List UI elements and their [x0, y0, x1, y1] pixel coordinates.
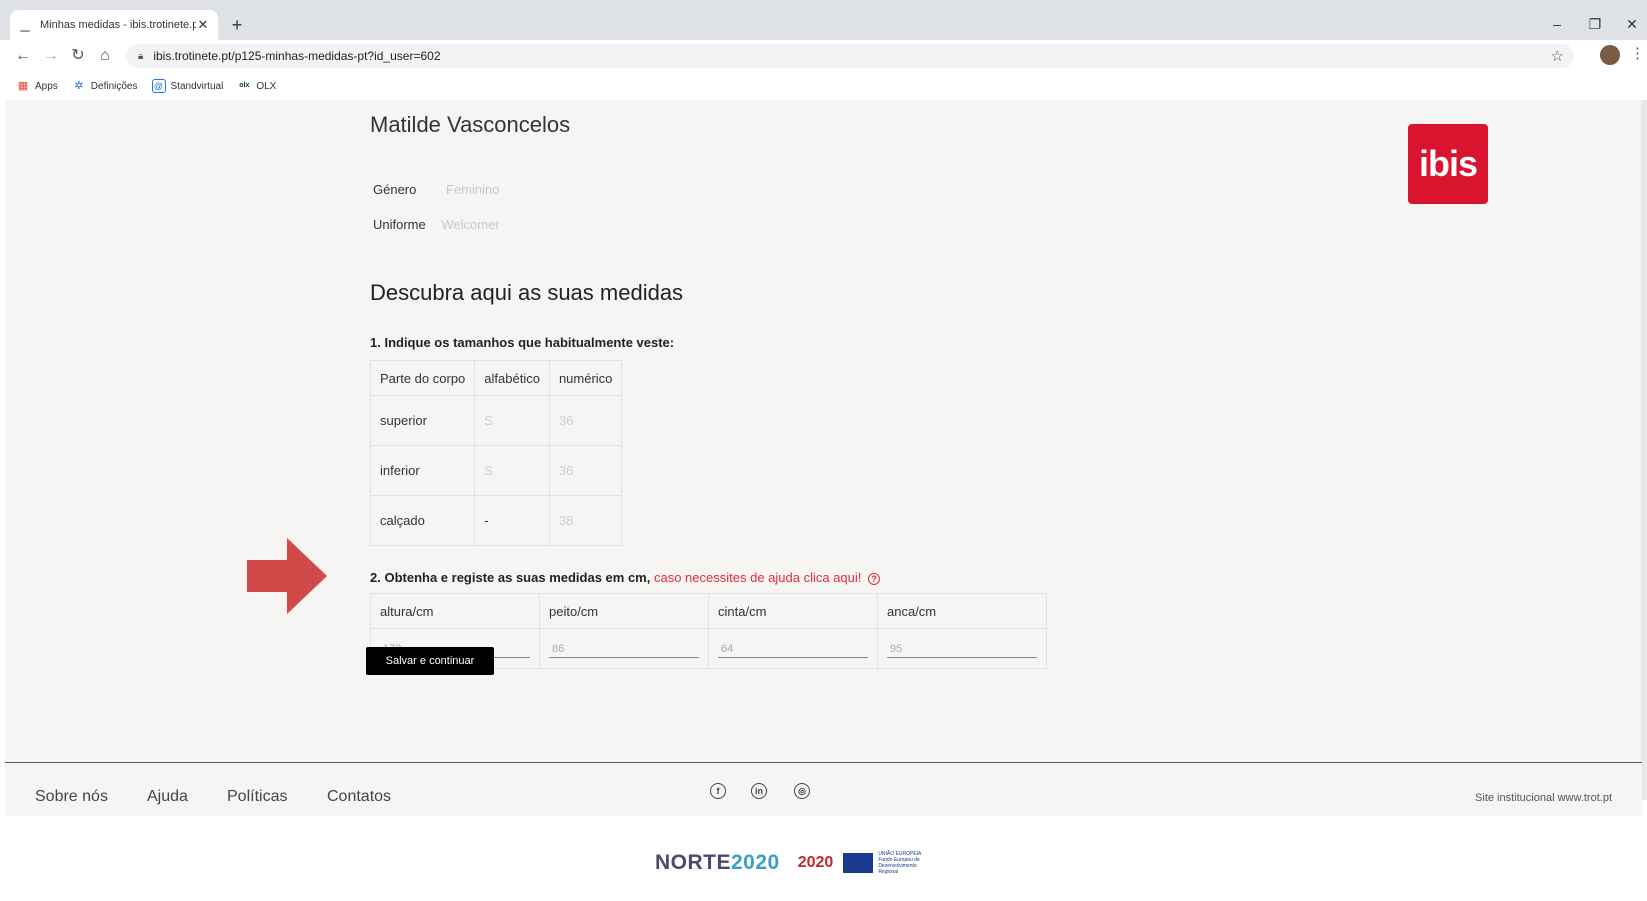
genero-row: Género Feminino: [373, 182, 499, 197]
funding-logos: NORTE2020 2020 UNIÃO EUROPEIA Fundo Euro…: [655, 848, 933, 878]
bookmark-label: Apps: [35, 80, 58, 92]
body-part-cell: inferior: [369, 445, 476, 496]
tab-title: Minhas medidas - ibis.trotinete.p: [40, 19, 196, 31]
eu-flag-icon: [843, 853, 874, 873]
bookmark-label: OLX: [256, 80, 277, 92]
bookmark-standvirtual[interactable]: @ Standvirtual: [151, 79, 224, 93]
step1-title: 1. Indique os tamanhos que habitualmente…: [370, 335, 675, 350]
page-content: Matilde Vasconcelos ibis Género Feminino…: [5, 100, 1642, 763]
bookmarks-bar: ▦ Apps ✲ Definições @ Standvirtual olx O…: [0, 72, 1647, 100]
column-header: numérico: [548, 360, 623, 396]
standvirtual-icon: @: [151, 79, 166, 93]
peito-cell: [539, 628, 709, 669]
uniforme-row: Uniforme Welcomer: [373, 217, 500, 232]
profile-avatar[interactable]: [1600, 45, 1620, 65]
footer-link-contatos[interactable]: Contatos: [327, 788, 391, 806]
norte-text: NORTE: [655, 851, 731, 874]
column-header: alfabético: [474, 360, 550, 396]
peito-label: peito/cm: [539, 593, 709, 629]
back-icon[interactable]: ←: [12, 45, 34, 67]
bookmark-label: Definições: [90, 80, 138, 92]
eu-text: UNIÃO EUROPEIA Fundo Europeu de Desenvol…: [878, 851, 922, 875]
genero-value: Feminino: [446, 182, 500, 197]
tab-strip: ▁ Minhas medidas - ibis.trotinete.p ✕ + …: [0, 8, 1647, 40]
minimize-icon[interactable]: –: [1542, 16, 1572, 32]
step2-title: 2. Obtenha e registe as suas medidas em …: [370, 570, 881, 585]
arrow-right-icon: [247, 538, 327, 614]
lock-icon: 🔒︎: [138, 50, 144, 62]
sizes-table: Parte do corpo alfabético numérico super…: [369, 360, 623, 546]
forward-icon[interactable]: →: [40, 45, 62, 67]
table-row: inferior S 36: [369, 445, 623, 496]
logo-text: ibis: [1418, 143, 1477, 184]
help-link[interactable]: caso necessites de ajuda clica aqui!: [654, 570, 861, 585]
browser-chrome: ▁ Minhas medidas - ibis.trotinete.p ✕ + …: [0, 0, 1647, 100]
help-question-icon[interactable]: ?: [868, 573, 881, 585]
table-row: calçado - 38: [369, 495, 623, 546]
body-part-cell: superior: [369, 395, 476, 446]
browser-toolbar: ← → ↻ ⌂ 🔒︎ ibis.trotinete.pt/p125-minhas…: [0, 40, 1647, 72]
olx-icon: olx: [239, 82, 250, 89]
home-icon[interactable]: ⌂: [94, 45, 116, 67]
window-close-icon[interactable]: ✕: [1617, 16, 1647, 33]
bookmark-olx[interactable]: olx OLX: [237, 79, 276, 93]
eu-logo: UNIÃO EUROPEIA Fundo Europeu de Desenvol…: [843, 851, 933, 875]
altura-label: altura/cm: [370, 593, 540, 629]
table-header-row: Parte do corpo alfabético numérico: [369, 360, 623, 396]
bookmark-apps[interactable]: ▦ Apps: [16, 79, 58, 93]
footer-link-ajuda[interactable]: Ajuda: [147, 788, 188, 806]
numeric-size-field[interactable]: 36: [548, 445, 623, 496]
table-row: superior S 36: [369, 395, 623, 446]
address-bar[interactable]: 🔒︎ ibis.trotinete.pt/p125-minhas-medidas…: [126, 44, 1574, 68]
cinta-label: cinta/cm: [708, 593, 878, 629]
measurements-header-row: altura/cm peito/cm cinta/cm anca/cm: [370, 593, 1047, 629]
cinta-cell: [708, 628, 878, 669]
footer-link-politicas[interactable]: Políticas: [227, 788, 287, 806]
new-tab-button[interactable]: +: [226, 14, 248, 36]
browser-menu-icon[interactable]: ⋮: [1630, 44, 1645, 62]
instagram-icon[interactable]: ◎: [794, 783, 810, 799]
numeric-size-field[interactable]: 38: [548, 495, 623, 546]
user-name: Matilde Vasconcelos: [370, 112, 571, 137]
apps-grid-icon: ▦: [17, 80, 29, 92]
footer-link-sobre[interactable]: Sobre nós: [35, 788, 108, 806]
scrollbar[interactable]: [1641, 100, 1647, 800]
column-header: Parte do corpo: [369, 360, 476, 396]
linkedin-icon[interactable]: in: [751, 783, 767, 799]
anca-label: anca/cm: [877, 593, 1047, 629]
alpha-size-field[interactable]: S: [474, 395, 550, 446]
reload-icon[interactable]: ↻: [67, 45, 89, 67]
alpha-size-field[interactable]: S: [474, 445, 550, 496]
browser-tab[interactable]: ▁ Minhas medidas - ibis.trotinete.p ✕: [10, 10, 218, 40]
url-text: ibis.trotinete.pt/p125-minhas-medidas-pt…: [153, 49, 441, 63]
genero-label: Género: [373, 182, 417, 197]
alpha-size-field: -: [474, 495, 550, 546]
anca-cell: [877, 628, 1047, 669]
page-favicon-icon: ▁: [20, 18, 30, 32]
bookmark-label: Standvirtual: [170, 80, 224, 92]
ibis-logo: ibis: [1408, 124, 1488, 204]
bookmark-star-icon[interactable]: ☆: [1551, 47, 1564, 65]
norte-year: 2020: [731, 851, 780, 874]
facebook-icon[interactable]: f: [710, 783, 726, 799]
portugal2020-logo: 2020: [797, 854, 834, 871]
norte2020-logo: NORTE2020: [655, 851, 780, 875]
step2-text: 2. Obtenha e registe as suas medidas em …: [370, 570, 651, 585]
bookmark-definicoes[interactable]: ✲ Definições: [72, 79, 138, 93]
save-continue-button[interactable]: Salvar e continuar: [366, 647, 494, 675]
uniforme-value: Welcomer: [441, 217, 500, 232]
peito-input[interactable]: [549, 640, 699, 658]
anca-input[interactable]: [887, 640, 1037, 658]
restore-icon[interactable]: ❐: [1580, 16, 1610, 33]
gear-icon: ✲: [74, 80, 84, 92]
uniforme-label: Uniforme: [373, 217, 426, 232]
footer: Sobre nós Ajuda Políticas Contatos f in …: [5, 763, 1642, 816]
cinta-input[interactable]: [718, 640, 868, 658]
section-title: Descubra aqui as suas medidas: [370, 280, 684, 305]
site-institucional-link[interactable]: Site institucional www.trot.pt: [1475, 792, 1612, 804]
body-part-cell: calçado: [369, 495, 476, 546]
close-tab-icon[interactable]: ✕: [196, 17, 210, 33]
numeric-size-field[interactable]: 36: [548, 395, 623, 446]
